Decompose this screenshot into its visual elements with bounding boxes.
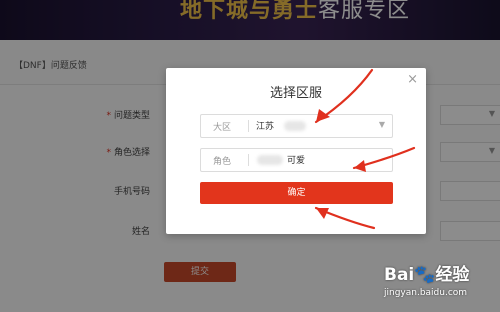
- region-label: 大区: [213, 123, 232, 133]
- modal-title: 选择区服: [269, 86, 322, 101]
- caret-down-icon: ▼: [378, 120, 385, 129]
- watermark-brand-suffix: 经验: [435, 265, 470, 285]
- region-value: 江苏: [256, 122, 275, 132]
- select-server-modal: 选择区服 × 大区 江苏 ▼ 角色 可爱 确定: [166, 68, 426, 234]
- watermark-url: jingyan.baidu.com: [384, 288, 468, 298]
- redacted-blur: [257, 155, 283, 165]
- divider: [248, 154, 249, 166]
- watermark-brand: Bai🐾经验: [384, 260, 469, 285]
- paw-icon: 🐾: [414, 265, 436, 285]
- confirm-button[interactable]: 确定: [200, 182, 393, 204]
- region-select[interactable]: 大区 江苏 ▼: [200, 114, 393, 138]
- divider: [248, 120, 249, 132]
- baidu-jingyan-watermark: Bai🐾经验 jingyan.baidu.com: [384, 260, 496, 310]
- role-value: 可爱: [287, 156, 306, 166]
- role-select-modal[interactable]: 角色 可爱: [200, 148, 393, 172]
- redacted-blur: [284, 121, 306, 131]
- role-label: 角色: [213, 157, 232, 167]
- watermark-brand-text: Bai: [384, 265, 415, 285]
- close-icon[interactable]: ×: [407, 72, 418, 87]
